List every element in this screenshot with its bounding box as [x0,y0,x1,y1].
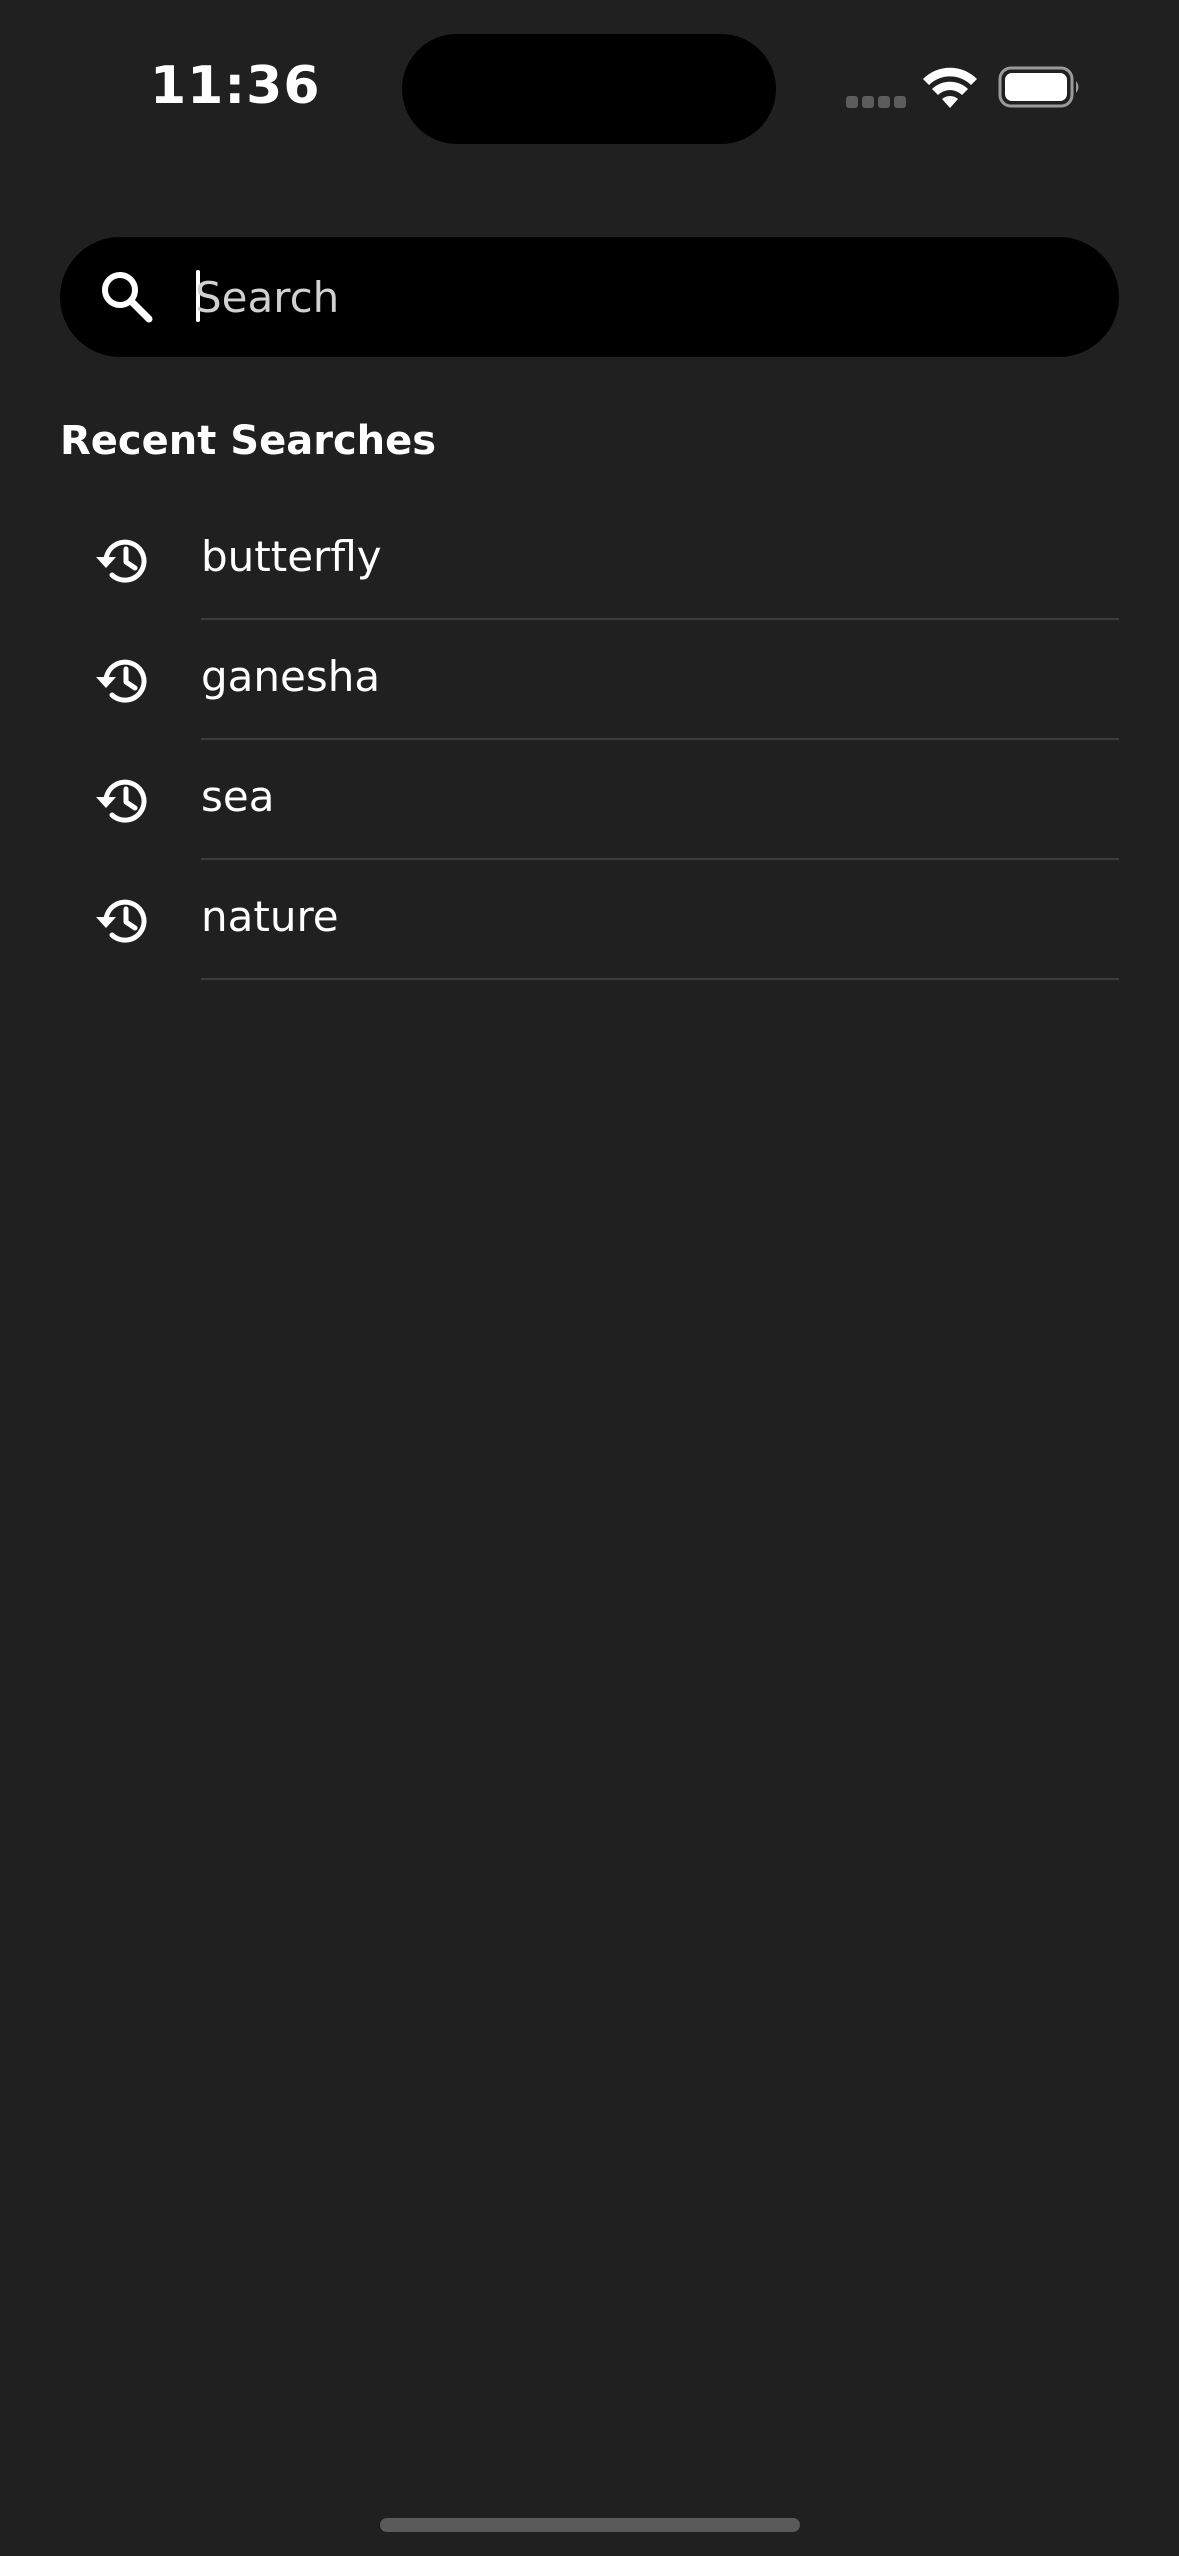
history-icon [96,779,147,823]
wifi-icon [923,67,977,108]
status-time: 11:36 [150,56,321,116]
recent-search-item-sea[interactable]: sea [0,740,1179,860]
recent-search-item-nature[interactable]: nature [0,860,1179,980]
dynamic-island [402,34,776,144]
history-icon [96,899,147,943]
recent-searches-heading: Recent Searches [60,418,437,464]
battery-icon [998,66,1079,108]
recent-search-label: ganesha [201,652,381,701]
recent-search-label: sea [201,772,275,821]
history-icon [96,539,147,583]
recent-search-label: butterfly [201,532,382,581]
recent-searches-list: butterfly ganesha sea nature [0,500,1179,980]
status-bar: 11:36 [0,0,1179,150]
recent-search-item-butterfly[interactable]: butterfly [0,500,1179,620]
recent-search-item-ganesha[interactable]: ganesha [0,620,1179,740]
history-icon [96,659,147,703]
recent-search-label: nature [201,892,339,941]
search-icon [102,272,153,323]
search-input[interactable] [195,262,1075,332]
row-divider [201,978,1119,980]
home-indicator[interactable] [380,2518,800,2532]
cellular-signal-icon [846,96,906,108]
